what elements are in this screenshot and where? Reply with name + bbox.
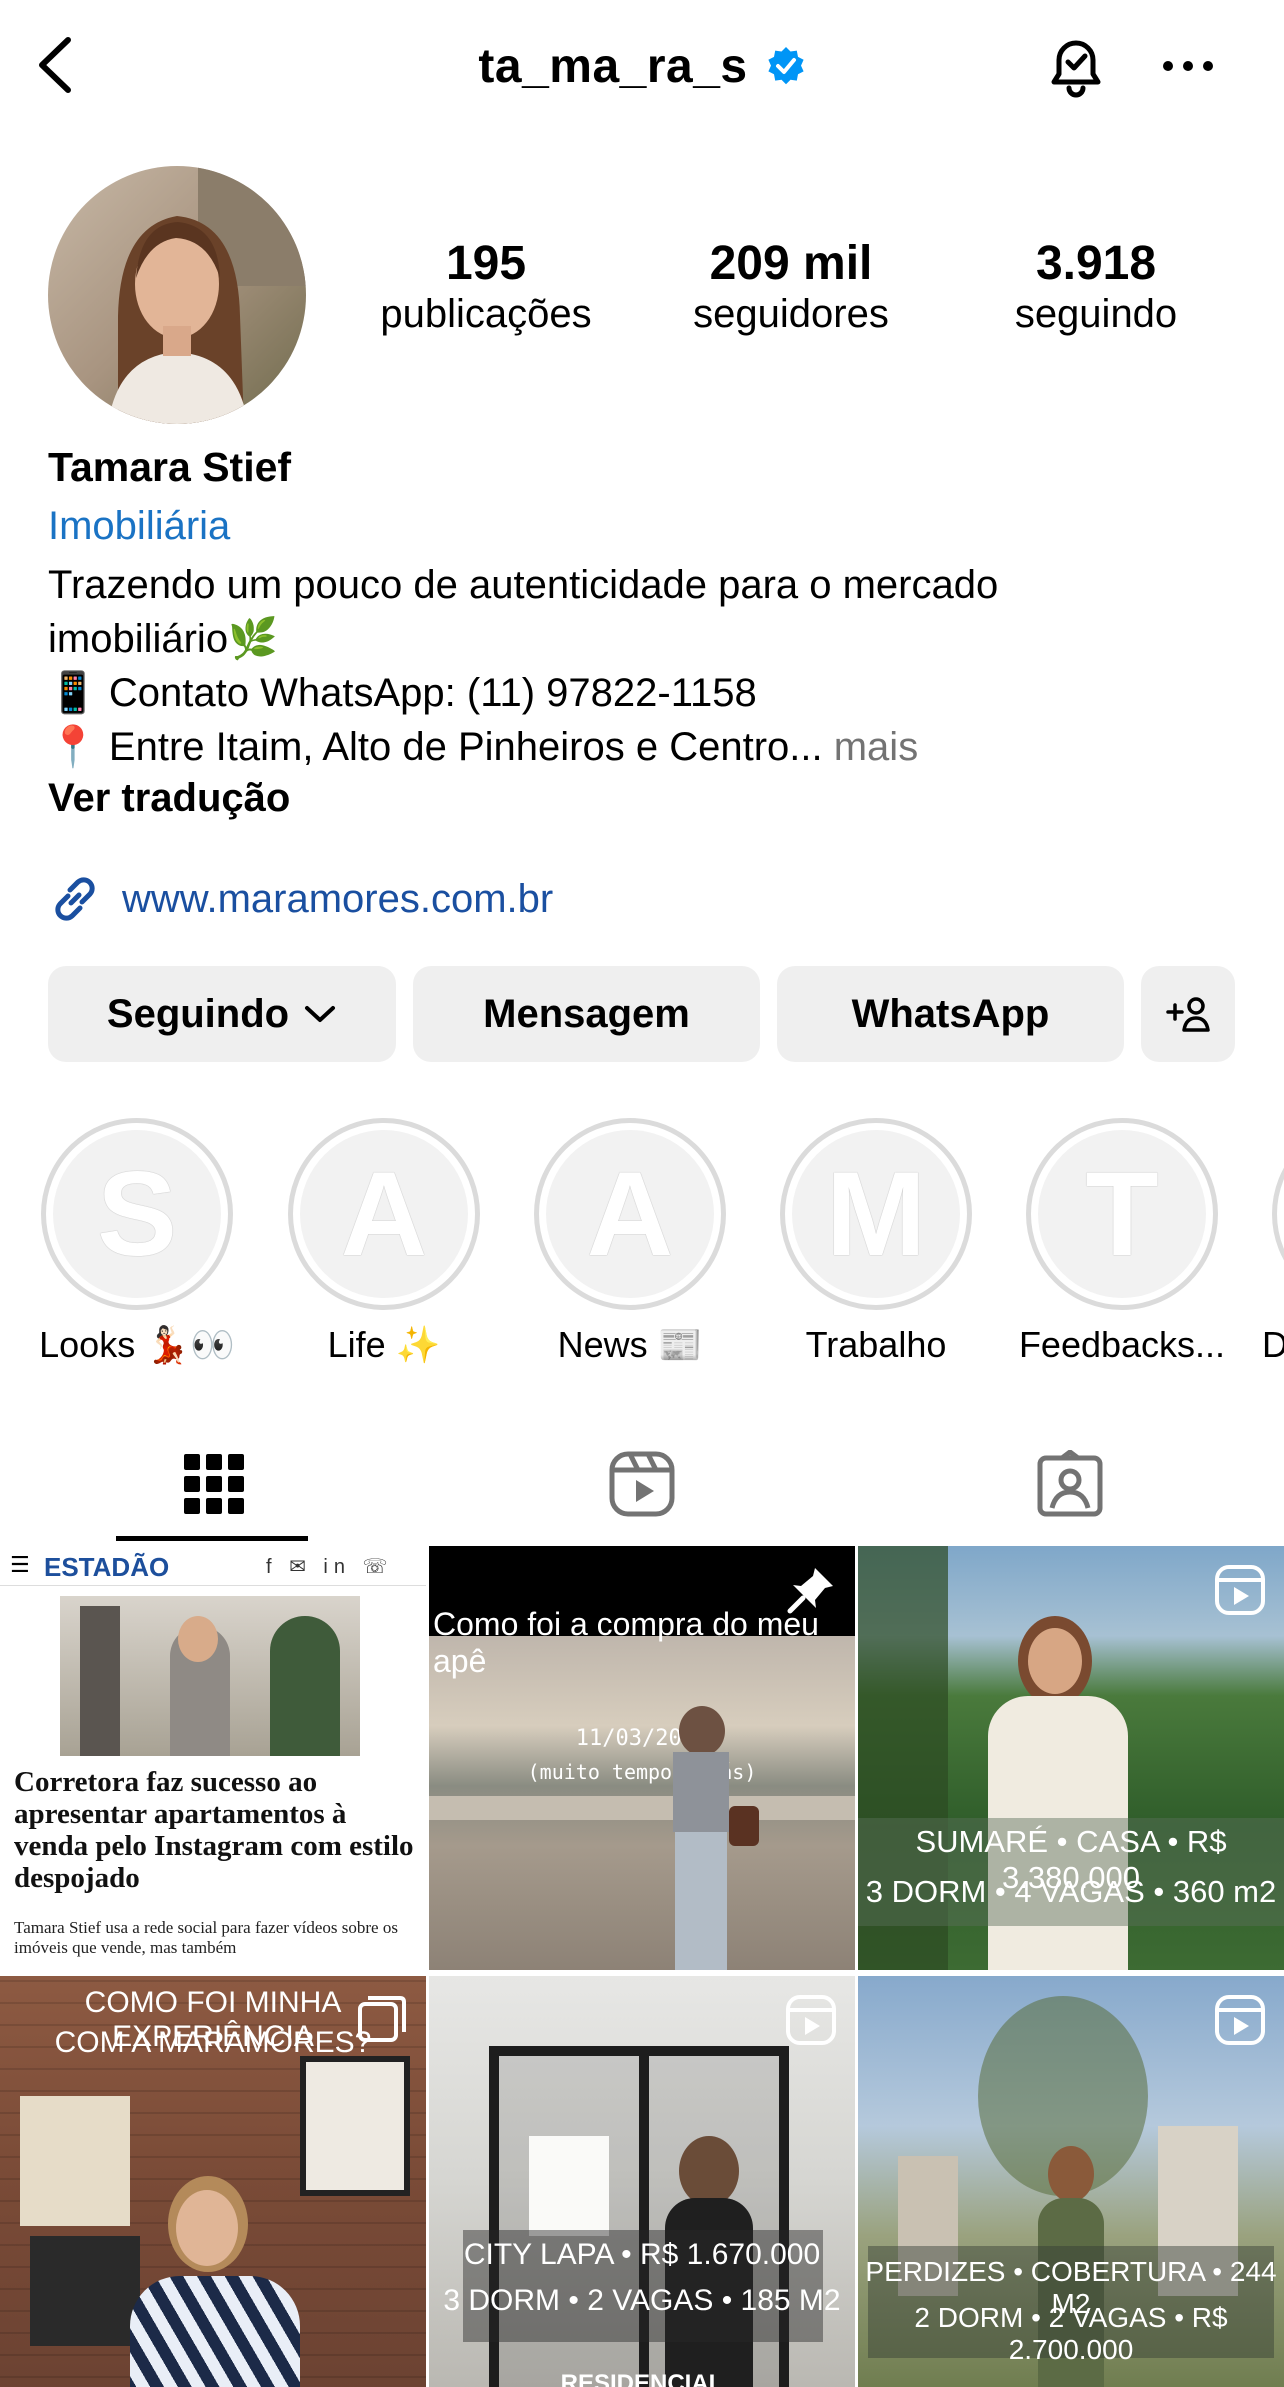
following-button[interactable]: Seguindo bbox=[48, 966, 396, 1062]
tagged-icon bbox=[1037, 1450, 1103, 1517]
tab-tagged[interactable] bbox=[856, 1420, 1284, 1548]
reel-icon bbox=[1215, 1565, 1265, 1615]
add-user-icon bbox=[1166, 997, 1210, 1032]
bell-check-icon[interactable] bbox=[1040, 30, 1112, 102]
chevron-down-icon bbox=[305, 1006, 336, 1022]
highlight-partial[interactable]: D bbox=[1244, 1118, 1284, 1366]
whatsapp-button-label: WhatsApp bbox=[851, 991, 1050, 1036]
highlight-label: Looks 💃🏻👀 bbox=[39, 1324, 235, 1365]
bio-line-3: 📱 Contato WhatsApp: (11) 97822-1158 bbox=[48, 671, 757, 715]
highlight-news[interactable]: A News 📰 bbox=[505, 1118, 755, 1366]
grid-icon bbox=[184, 1454, 244, 1514]
bio-line-4: 📍 Entre Itaim, Alto de Pinheiros e Centr… bbox=[48, 720, 1248, 774]
post-thumbnail[interactable]: COMO FOI MINHA EXPERIÊNCIA COM A MARAMOR… bbox=[0, 1976, 426, 2387]
bio-line-1: Trazendo um pouco de autenticidade para … bbox=[48, 563, 999, 607]
highlight-cover: M bbox=[792, 1130, 960, 1298]
highlight-trabalho[interactable]: M Trabalho bbox=[751, 1118, 1001, 1366]
post-overlay-line2: 2 DORM • 2 VAGAS • R$ 2.700.000 bbox=[914, 2302, 1228, 2365]
post-thumbnail[interactable]: PERDIZES • COBERTURA • 244 M2 2 DORM • 2… bbox=[858, 1976, 1284, 2387]
post-date: 11/03/2012 bbox=[575, 1726, 709, 1751]
post-thumbnail[interactable]: Como foi a compra do meu apê 11/03/2012 … bbox=[429, 1546, 855, 1970]
highlight-ring: M bbox=[780, 1118, 972, 1310]
message-button[interactable]: Mensagem bbox=[413, 966, 760, 1062]
highlight-cover: A bbox=[546, 1130, 714, 1298]
stat-followers-value: 209 mil bbox=[709, 237, 873, 290]
website-url[interactable]: www.maramores.com.br bbox=[122, 877, 553, 922]
stat-followers-label: seguidores bbox=[693, 292, 889, 337]
stat-following[interactable]: 3.918 seguindo bbox=[956, 236, 1236, 337]
highlight-ring bbox=[1272, 1118, 1284, 1310]
post-thumbnail[interactable]: CITY LAPA • R$ 1.670.000 3 DORM • 2 VAGA… bbox=[429, 1976, 855, 2387]
highlight-label: Feedbacks... bbox=[1018, 1324, 1226, 1365]
profile-category[interactable]: Imobiliária bbox=[48, 504, 230, 549]
top-bar: ta_ma_ra_s bbox=[0, 0, 1284, 130]
highlight-label: Life ✨ bbox=[327, 1324, 441, 1365]
post-tag: RESIDENCIAL bbox=[560, 2370, 724, 2387]
highlight-label: News 📰 bbox=[557, 1324, 703, 1365]
bio-line-2: imobiliário🌿 bbox=[48, 617, 278, 661]
stat-following-value: 3.918 bbox=[1035, 237, 1157, 290]
carousel-icon bbox=[358, 1996, 406, 2042]
highlight-cover: S bbox=[53, 1130, 221, 1298]
reel-icon bbox=[1215, 1995, 1265, 2045]
profile-avatar[interactable] bbox=[48, 166, 306, 424]
post-thumbnail[interactable]: SUMARÉ • CASA • R$ 3.380.000 3 DORM • 4 … bbox=[858, 1546, 1284, 1970]
add-user-button[interactable] bbox=[1141, 966, 1235, 1062]
post-overlay-line2: 3 DORM • 4 VAGAS • 360 m2 bbox=[865, 1874, 1277, 1909]
bio-line-4-text: 📍 Entre Itaim, Alto de Pinheiros e Centr… bbox=[48, 725, 823, 769]
profile-username: ta_ma_ra_s bbox=[478, 39, 748, 93]
menu-icon: ☰ bbox=[10, 1552, 30, 1577]
tab-grid[interactable] bbox=[0, 1420, 428, 1548]
whatsapp-button[interactable]: WhatsApp bbox=[777, 966, 1124, 1062]
highlight-cover: T bbox=[1038, 1130, 1206, 1298]
pin-icon bbox=[787, 1568, 833, 1614]
stat-followers[interactable]: 209 mil seguidores bbox=[651, 236, 931, 337]
reels-icon bbox=[609, 1451, 675, 1517]
profile-bio: Trazendo um pouco de autenticidade para … bbox=[48, 558, 1248, 774]
stat-posts-label: publicações bbox=[380, 292, 592, 337]
active-tab-indicator bbox=[116, 1536, 308, 1541]
article-headline: Corretora faz sucesso ao apresentar apar… bbox=[14, 1766, 414, 1894]
highlight-label: Trabalho bbox=[805, 1324, 947, 1365]
article-snippet: Tamara Stief usa a rede social para faze… bbox=[14, 1918, 398, 1957]
newspaper-header: ☰ ESTADÃO f ✉ in ☏ bbox=[0, 1546, 426, 1586]
following-button-label: Seguindo bbox=[106, 991, 290, 1036]
highlight-looks[interactable]: S Looks 💃🏻👀 bbox=[12, 1118, 262, 1366]
more-dots-icon[interactable] bbox=[1160, 52, 1216, 80]
article-photo bbox=[60, 1596, 360, 1756]
profile-tabs bbox=[0, 1420, 1284, 1548]
highlight-life[interactable]: A Life ✨ bbox=[259, 1118, 509, 1366]
highlight-ring: A bbox=[534, 1118, 726, 1310]
message-button-label: Mensagem bbox=[483, 991, 690, 1036]
post-caption: Como foi a compra do meu apê bbox=[433, 1606, 819, 1679]
bio-more-link[interactable]: mais bbox=[834, 725, 918, 769]
post-overlay-line2: 3 DORM • 2 VAGAS • 185 M2 bbox=[443, 2284, 841, 2317]
see-translation-link[interactable]: Ver tradução bbox=[48, 776, 290, 821]
newspaper-masthead: ESTADÃO bbox=[44, 1552, 170, 1582]
verified-badge-icon bbox=[768, 47, 804, 85]
highlight-ring: S bbox=[41, 1118, 233, 1310]
posts-grid: ☰ ESTADÃO f ✉ in ☏ Corretora faz sucesso… bbox=[0, 1546, 1284, 2387]
share-icons: f ✉ in ☏ bbox=[266, 1556, 394, 1578]
balcony-rail bbox=[429, 1796, 855, 1820]
post-overlay-line1: CITY LAPA • R$ 1.670.000 bbox=[463, 2238, 821, 2271]
highlight-cover: A bbox=[300, 1130, 468, 1298]
stat-posts-value: 195 bbox=[445, 237, 527, 290]
reel-icon bbox=[786, 1995, 836, 2045]
post-thumbnail[interactable]: ☰ ESTADÃO f ✉ in ☏ Corretora faz sucesso… bbox=[0, 1546, 426, 1970]
highlight-ring: T bbox=[1026, 1118, 1218, 1310]
stat-posts[interactable]: 195 publicações bbox=[346, 236, 626, 337]
highlight-ring: A bbox=[288, 1118, 480, 1310]
link-icon bbox=[55, 877, 95, 921]
stat-following-label: seguindo bbox=[1014, 292, 1178, 337]
post-date-note: (muito tempo atrás) bbox=[527, 1760, 757, 1784]
highlight-label: D bbox=[1262, 1324, 1284, 1365]
highlight-feedbacks[interactable]: T Feedbacks... bbox=[997, 1118, 1247, 1366]
tab-reels[interactable] bbox=[428, 1420, 856, 1548]
website-link[interactable]: www.maramores.com.br bbox=[48, 872, 553, 926]
profile-name: Tamara Stief bbox=[48, 444, 292, 490]
